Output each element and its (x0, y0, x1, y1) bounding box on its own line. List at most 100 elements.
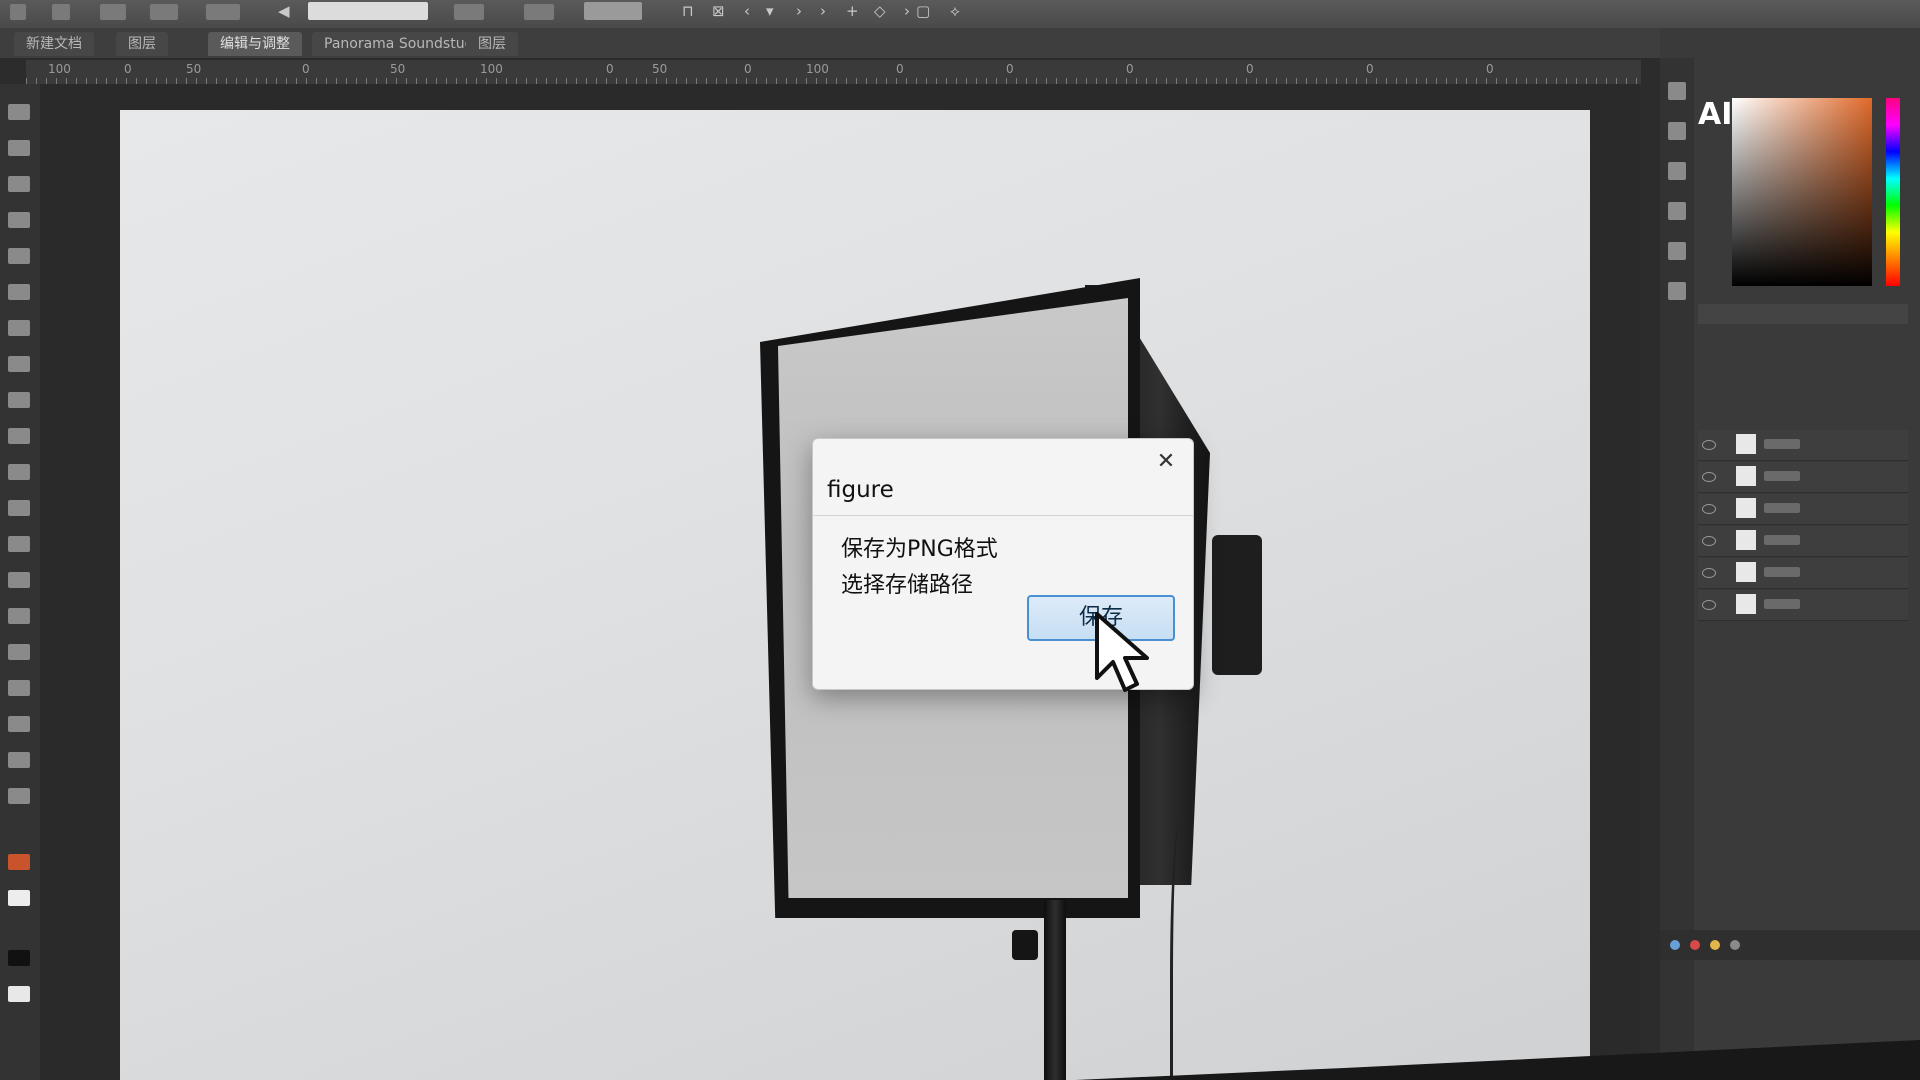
chevron-right-icon[interactable]: › (904, 2, 910, 20)
zoom-tool-icon[interactable] (8, 788, 30, 804)
eyedropper-icon[interactable] (8, 284, 30, 300)
marquee-tool-icon[interactable] (8, 140, 30, 156)
move-tool-icon[interactable] (8, 104, 30, 120)
brush-panel-icon[interactable] (1668, 202, 1686, 220)
magic-wand-icon[interactable] (8, 212, 30, 228)
mouse-pointer-icon (1095, 612, 1149, 692)
gradient-tool-icon[interactable] (8, 500, 30, 516)
layer-name (1764, 503, 1800, 513)
layer-row[interactable] (1698, 590, 1908, 621)
layer-row[interactable] (1698, 558, 1908, 589)
tab-new-document[interactable]: 新建文档 (14, 32, 94, 56)
panel-icon-strip (1660, 58, 1694, 1080)
chevron-right-icon[interactable]: › (820, 2, 826, 20)
eye-icon[interactable] (1702, 568, 1716, 578)
diamond-icon[interactable]: ◇ (874, 2, 886, 20)
layer-thumbnail (1736, 594, 1756, 614)
eraser-tool-icon[interactable] (8, 464, 30, 480)
ruler-number: 50 (652, 62, 668, 76)
clone-stamp-icon[interactable] (8, 392, 30, 408)
layers-panel-header (1698, 304, 1908, 324)
hue-slider[interactable] (1886, 98, 1900, 286)
arrow-left-icon[interactable]: ◀ (278, 2, 290, 20)
layer-name (1764, 599, 1800, 609)
healing-brush-icon[interactable] (8, 320, 30, 336)
close-icon[interactable]: ✕ (1153, 449, 1179, 475)
foreground-color-icon[interactable] (8, 854, 30, 870)
chevron-right-icon[interactable]: › (796, 2, 802, 20)
paths-panel-icon[interactable] (1668, 282, 1686, 300)
layer-thumbnail (1736, 498, 1756, 518)
eye-icon[interactable] (1702, 536, 1716, 546)
layer-row[interactable] (1698, 430, 1908, 461)
eye-icon[interactable] (1702, 440, 1716, 450)
plus-icon[interactable]: + (846, 2, 859, 20)
document-tab-bar: 新建文档 图层 编辑与调整 Panorama Soundstudio 图层 (0, 28, 1660, 58)
channels-panel-icon[interactable] (1668, 242, 1686, 260)
eye-icon[interactable] (1702, 472, 1716, 482)
blur-tool-icon[interactable] (8, 536, 30, 552)
diamond-arrows-icon[interactable]: ⟡ (950, 2, 960, 20)
pen-icon[interactable] (524, 4, 554, 20)
ruler-number: 0 (1366, 62, 1374, 76)
move-tool-icon[interactable] (10, 4, 26, 20)
dialog-divider (813, 515, 1193, 516)
notification-icon[interactable] (1690, 940, 1700, 950)
selection-icon[interactable] (100, 4, 126, 20)
chevron-left-icon[interactable]: ‹ (744, 2, 750, 20)
ruler-number: 0 (896, 62, 904, 76)
quick-mask-icon[interactable] (8, 950, 30, 966)
light-stand-pole (1044, 900, 1066, 1080)
crop-icon[interactable] (150, 4, 178, 20)
adjust-panel-icon[interactable] (1668, 162, 1686, 180)
dodge-tool-icon[interactable] (8, 572, 30, 588)
rotate-icon[interactable] (52, 4, 70, 20)
lasso-tool-icon[interactable] (8, 176, 30, 192)
eye-icon[interactable] (1702, 504, 1716, 514)
volume-icon[interactable] (1730, 940, 1740, 950)
type-tool-icon[interactable] (8, 644, 30, 660)
background-color-icon[interactable] (8, 890, 30, 906)
network-icon[interactable] (1670, 940, 1680, 950)
frame-icon[interactable]: ▢ (916, 2, 930, 20)
ruler-number: 0 (1006, 62, 1014, 76)
layer-name (1764, 471, 1800, 481)
screen-mode-icon[interactable] (8, 986, 30, 1002)
brush-tool-icon[interactable] (8, 356, 30, 372)
hand-tool-icon[interactable] (8, 752, 30, 768)
top-ruler: 100 0 50 0 50 100 0 50 0 100 0 0 0 0 0 0 (26, 60, 1641, 84)
dialog-message-line: 保存为PNG格式 (841, 537, 998, 562)
ruler-number: 50 (390, 62, 406, 76)
option-icon[interactable] (206, 4, 240, 20)
ruler-number: 0 (302, 62, 310, 76)
option-field[interactable] (308, 2, 428, 20)
path-selection-icon[interactable] (8, 680, 30, 696)
triangle-down-icon[interactable]: ▾ (766, 2, 774, 20)
properties-panel-icon[interactable] (1668, 122, 1686, 140)
history-brush-icon[interactable] (8, 428, 30, 444)
layer-thumbnail (1736, 466, 1756, 486)
ruler-number: 0 (1126, 62, 1134, 76)
layer-row[interactable] (1698, 462, 1908, 493)
shape-tool-icon[interactable] (8, 716, 30, 732)
crop-tool-icon[interactable] (8, 248, 30, 264)
align-icon[interactable]: ⊓ (682, 2, 694, 20)
tab-layers[interactable]: 图层 (116, 32, 168, 56)
layer-name (1764, 567, 1800, 577)
pen-tool-icon[interactable] (8, 608, 30, 624)
ruler-number: 0 (1246, 62, 1254, 76)
ruler-number: 0 (124, 62, 132, 76)
layer-row[interactable] (1698, 526, 1908, 557)
distribute-icon[interactable]: ⊠ (712, 2, 725, 20)
tool-strip (0, 84, 40, 1080)
eye-icon[interactable] (1702, 600, 1716, 610)
tab-edit-adjust[interactable]: 编辑与调整 (208, 32, 302, 56)
history-panel-icon[interactable] (1668, 82, 1686, 100)
power-cable (1170, 820, 1187, 1080)
tab-layers-2[interactable]: 图层 (466, 32, 518, 56)
layer-row[interactable] (1698, 494, 1908, 525)
size-slider[interactable] (584, 2, 642, 20)
brush-icon[interactable] (454, 4, 484, 20)
color-picker-field[interactable] (1732, 98, 1872, 286)
app-icon[interactable] (1710, 940, 1720, 950)
